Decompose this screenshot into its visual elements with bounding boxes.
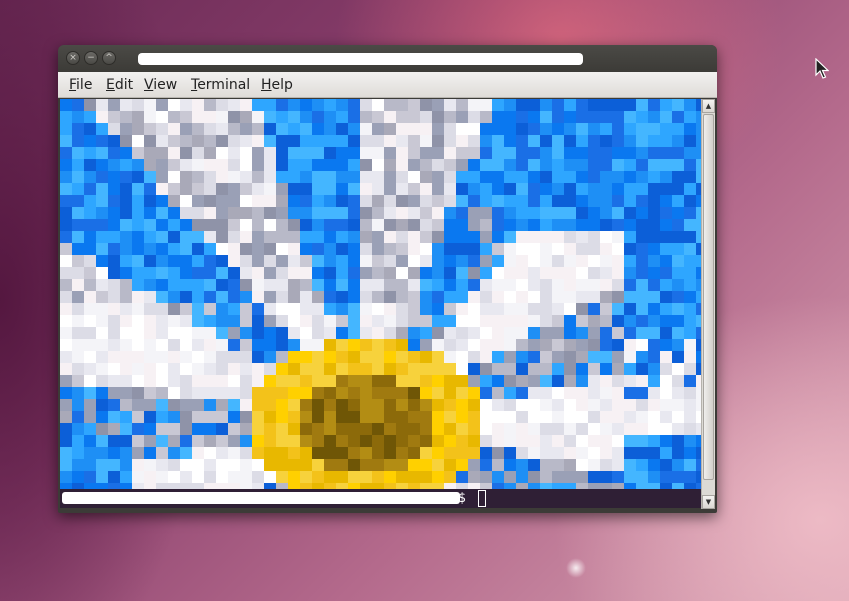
terminal-content[interactable]: $ bbox=[60, 99, 701, 508]
text-cursor-caret bbox=[478, 490, 486, 507]
scroll-down-arrow-icon[interactable]: ▼ bbox=[702, 495, 715, 509]
scrollbar-thumb[interactable] bbox=[703, 114, 714, 480]
prompt-redaction bbox=[62, 492, 460, 504]
menu-view[interactable]: View bbox=[144, 76, 177, 94]
close-window-button[interactable]: × bbox=[66, 51, 80, 65]
terminal-window: × − ^ File Edit View Terminal Help $ ▲ ▼ bbox=[58, 45, 717, 513]
desktop-light-flare bbox=[566, 558, 586, 578]
scroll-up-arrow-icon[interactable]: ▲ bbox=[702, 99, 715, 113]
minimize-icon: − bbox=[87, 53, 95, 63]
window-title-redaction bbox=[138, 53, 583, 65]
menu-help[interactable]: Help bbox=[261, 76, 293, 94]
menubar: File Edit View Terminal Help bbox=[58, 72, 717, 98]
mouse-pointer-icon bbox=[815, 58, 829, 79]
prompt-dollar-sign: $ bbox=[458, 491, 466, 506]
menu-edit[interactable]: Edit bbox=[106, 76, 133, 94]
shell-prompt-line[interactable]: $ bbox=[60, 489, 701, 508]
menu-terminal[interactable]: Terminal bbox=[191, 76, 250, 94]
menu-file[interactable]: File bbox=[69, 76, 92, 94]
vertical-scrollbar[interactable]: ▲ ▼ bbox=[701, 99, 715, 509]
close-icon: × bbox=[69, 53, 77, 63]
minimize-window-button[interactable]: − bbox=[84, 51, 98, 65]
maximize-window-button[interactable]: ^ bbox=[102, 51, 116, 65]
maximize-icon: ^ bbox=[105, 53, 113, 63]
window-titlebar[interactable]: × − ^ bbox=[58, 45, 717, 72]
